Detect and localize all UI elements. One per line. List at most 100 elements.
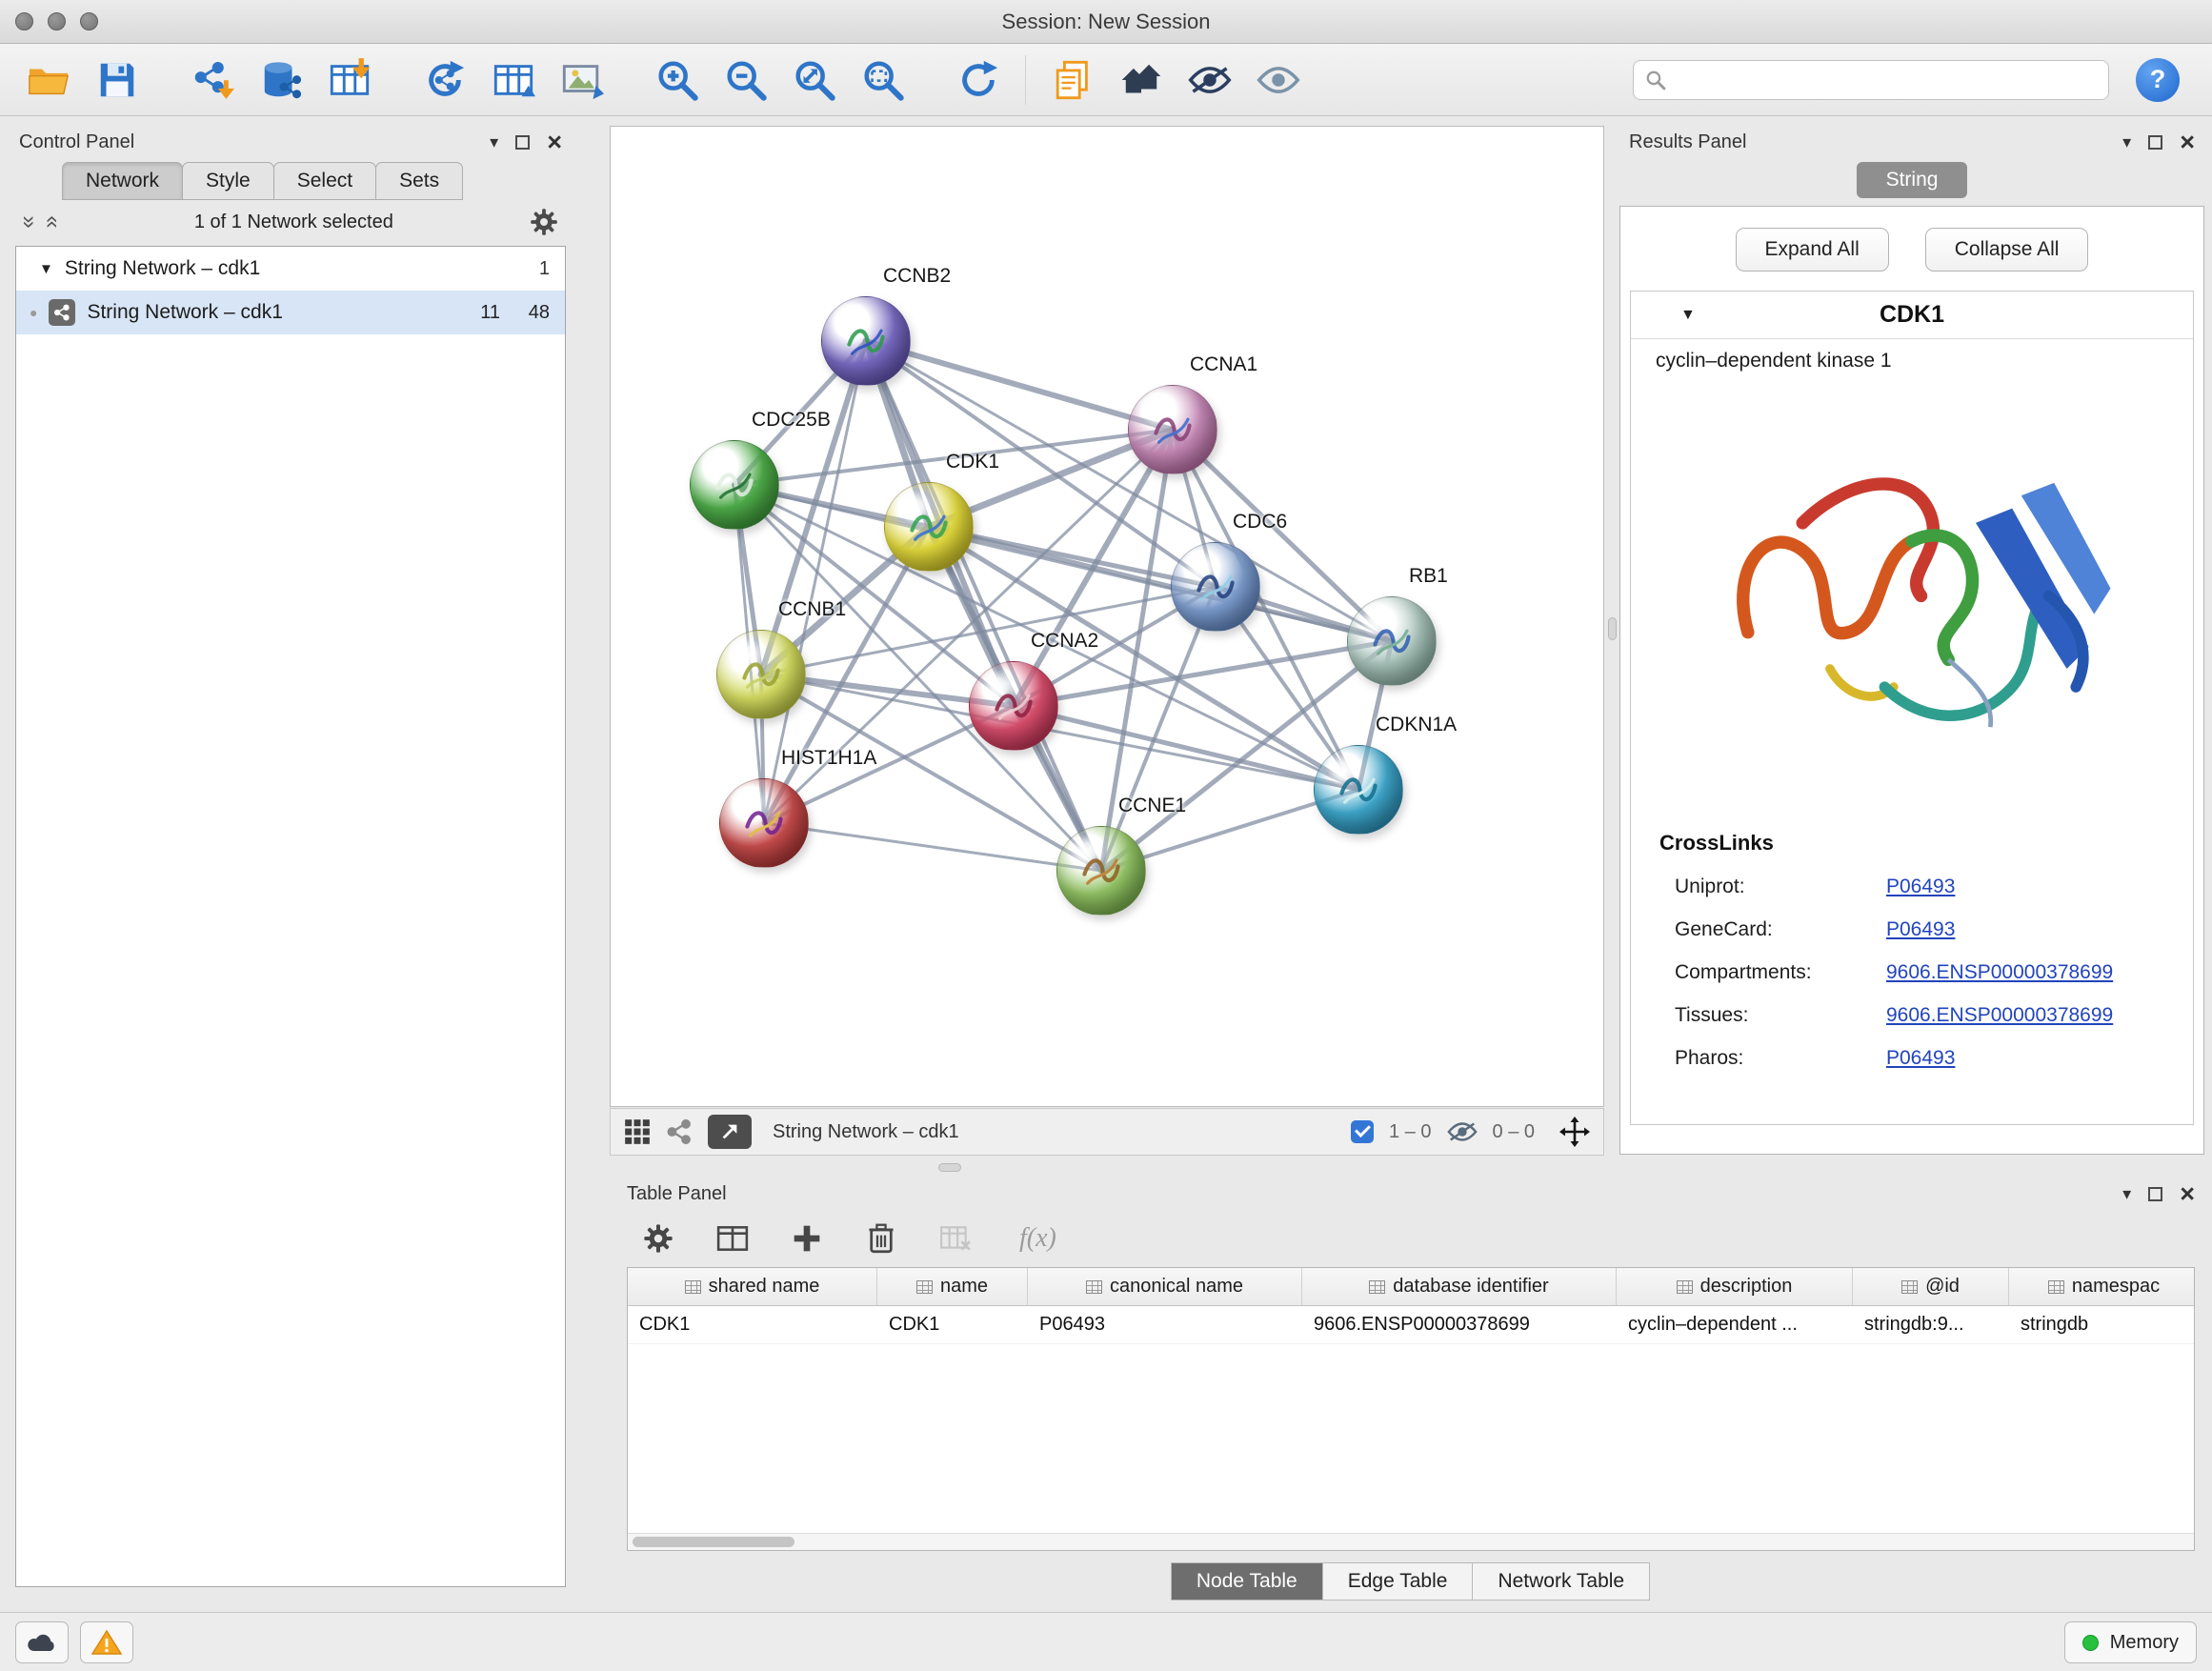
global-search-input[interactable] [1674,69,2097,91]
network-node-CCNA2[interactable] [969,661,1058,751]
table-panel-collapse-icon[interactable]: ▾ [2122,1185,2131,1202]
vertical-splitter-handle[interactable] [1608,617,1617,640]
column-header-name[interactable]: name [877,1268,1028,1305]
window-zoom-button[interactable] [80,12,98,30]
tab-string[interactable]: String [1857,162,1967,198]
import-network-from-database-button[interactable] [251,50,311,110]
results-panel-close-icon[interactable]: × [2180,130,2195,155]
table-options-gear-icon[interactable] [642,1223,674,1254]
copy-network-button[interactable] [1043,50,1102,110]
results-panel-float-icon[interactable] [2148,135,2162,150]
tab-style[interactable]: Style [182,162,274,200]
save-session-button[interactable] [88,50,147,110]
pan-crosshair-icon[interactable] [1559,1117,1590,1147]
results-panel-collapse-icon[interactable]: ▾ [2122,133,2131,151]
network-canvas[interactable]: CCNB2CCNA1CDC25BCDK1CDC6RB1CCNB1CCNA2CDK… [610,126,1604,1107]
tab-node-table[interactable]: Node Table [1171,1562,1323,1601]
column-header-shared-name[interactable]: shared name [628,1268,877,1305]
show-details-icon [1257,58,1300,102]
window-minimize-button[interactable] [48,12,66,30]
function-builder-button[interactable]: f(x) [1019,1223,1056,1254]
table-horizontal-scrollbar[interactable] [628,1533,2194,1550]
import-network-button[interactable] [183,50,242,110]
crosslink-label: Uniprot: [1675,876,1745,898]
selected-items-checkbox[interactable] [1351,1120,1374,1143]
horizontal-splitter-handle[interactable] [938,1163,961,1172]
apply-layout-button[interactable] [949,50,1008,110]
network-node-CCNB1[interactable] [716,630,806,719]
show-columns-icon[interactable] [716,1223,749,1254]
table-panel-close-icon[interactable]: × [2180,1181,2195,1207]
warnings-button[interactable] [80,1621,133,1663]
network-node-RB1[interactable] [1347,596,1437,686]
network-share-icon[interactable] [666,1118,693,1145]
tree-expander-icon[interactable]: ▼ [39,261,53,277]
table-panel-float-icon[interactable] [2148,1187,2162,1201]
export-image-button[interactable] [553,50,612,110]
window-close-button[interactable] [15,12,33,30]
crosslink-value-link[interactable]: 9606.ENSP00000378699 [1886,1004,2113,1027]
node-table: shared name name canonical namedatabase id… [627,1267,2195,1551]
crosslink-value-link[interactable]: P06493 [1886,876,1955,898]
entry-expander-icon[interactable]: ▼ [1680,307,1696,324]
crosslink-value-link[interactable]: P06493 [1886,1047,1955,1070]
network-edge[interactable] [866,341,1173,430]
column-header-label: name [940,1276,988,1298]
entry-header[interactable]: ▼ CDK1 [1631,292,2193,339]
control-panel: Control Panel ▾ × NetworkStyleSelectSets… [10,126,572,1601]
help-button[interactable]: ? [2136,58,2180,102]
hide-graphics-details-button[interactable] [1180,50,1239,110]
home-button[interactable] [1112,50,1171,110]
table-row[interactable]: CDK1CDK1P064939606.ENSP00000378699cyclin… [628,1306,2194,1344]
network-edge[interactable] [761,674,1358,790]
export-table-button[interactable] [484,50,543,110]
crosslink-value-link[interactable]: 9606.ENSP00000378699 [1886,961,2113,984]
protein-ribbon-icon [1185,558,1246,619]
control-panel-float-icon[interactable] [515,135,530,150]
export-network-button[interactable] [415,50,474,110]
collapse-all-button[interactable]: Collapse All [1925,228,2089,272]
tab-edge-table[interactable]: Edge Table [1322,1562,1474,1601]
tab-network[interactable]: Network [62,162,183,200]
network-node-CDK1[interactable] [884,482,974,572]
birdseye-grid-icon[interactable] [624,1118,651,1145]
network-options-gear-icon[interactable] [530,208,558,236]
column-header-database-identifier[interactable]: database identifier [1302,1268,1617,1305]
memory-button[interactable]: Memory [2064,1621,2197,1663]
zoom-in-button[interactable] [648,50,707,110]
tab-network-table[interactable]: Network Table [1472,1562,1650,1601]
show-graphics-details-button[interactable] [1249,50,1308,110]
import-table-button[interactable] [320,50,379,110]
scrollbar-thumb[interactable] [633,1537,794,1547]
cloud-button[interactable] [15,1621,69,1663]
control-panel-close-icon[interactable]: × [547,130,562,155]
network-node-HIST1H1A[interactable] [719,778,809,868]
zoom-out-button[interactable] [716,50,775,110]
control-panel-collapse-icon[interactable]: ▾ [490,133,498,151]
network-node-CDC25B[interactable] [690,440,779,530]
crosslink-value-link[interactable]: P06493 [1886,918,1955,941]
expand-all-button[interactable]: Expand All [1736,228,1889,272]
column-header-canonical-name[interactable]: canonical name [1028,1268,1302,1305]
network-node-CCNE1[interactable] [1056,826,1146,916]
tab-sets[interactable]: Sets [375,162,463,200]
zoom-fit-button[interactable] [785,50,844,110]
network-edge[interactable] [764,823,1101,871]
network-edge[interactable] [929,527,1392,641]
open-session-button[interactable] [19,50,78,110]
zoom-selected-button[interactable] [854,50,913,110]
detach-view-button[interactable] [708,1115,752,1149]
add-column-icon[interactable] [791,1223,823,1254]
column-header-description[interactable]: description [1617,1268,1853,1305]
network-node-CCNB2[interactable] [821,296,911,386]
network-collection-row[interactable]: ▼ String Network – cdk1 1 [16,247,565,291]
column-header-namespac[interactable]: namespac [2009,1268,2195,1305]
network-node-CCNA1[interactable] [1128,385,1217,474]
network-node-CDKN1A[interactable] [1314,745,1403,835]
collapse-all-networks-icon[interactable]: » [40,215,63,228]
delete-column-icon[interactable] [865,1223,897,1254]
column-header--id[interactable]: @id [1853,1268,2009,1305]
tab-select[interactable]: Select [273,162,376,200]
network-row-selected[interactable]: ● String Network – cdk1 11 48 [16,291,565,334]
network-node-CDC6[interactable] [1171,542,1260,632]
